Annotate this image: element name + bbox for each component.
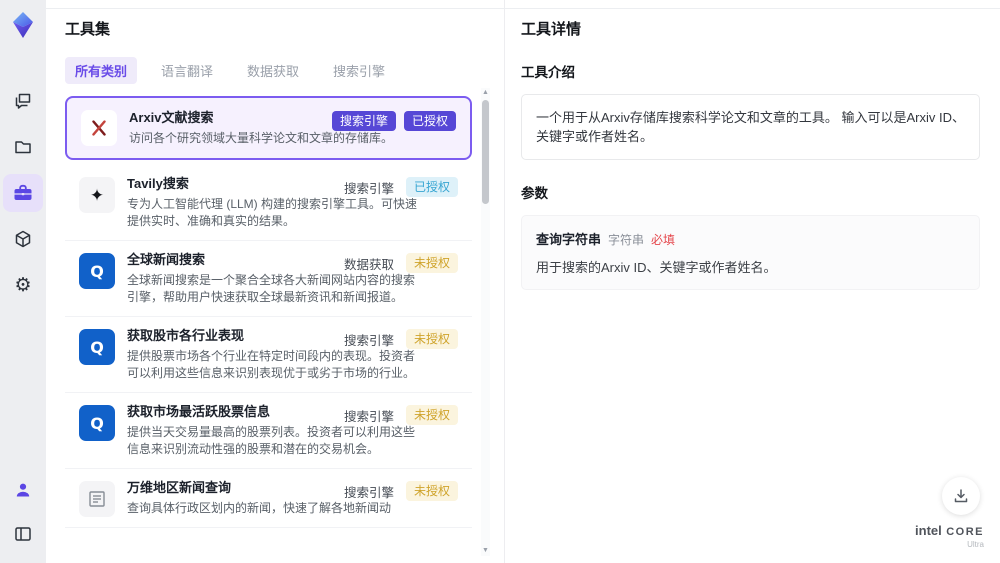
rail-bottom	[3, 471, 43, 553]
q-glyph: Q	[90, 261, 104, 281]
tool-description: 查询具体行政区划内的新闻，快速了解各地新闻动	[127, 501, 392, 515]
news-api-icon: Q	[79, 405, 115, 441]
settings-gear-icon[interactable]: ⚙	[3, 266, 43, 304]
download-button[interactable]	[942, 477, 980, 515]
intro-text: 一个用于从Arxiv存储库搜索科学论文和文章的工具。 输入可以是Arxiv ID…	[521, 94, 980, 160]
tab-language-translation[interactable]: 语言翻译	[151, 57, 223, 84]
category-badge: 搜索引擎	[331, 111, 396, 131]
tool-card-tavily[interactable]: ✦ Tavily搜索 专为人工智能代理 (LLM) 构建的搜索引擎工具。可快速提…	[65, 165, 472, 241]
main-area: 工具集 所有类别 语言翻译 数据获取 搜索引擎 Arxiv文献搜索 访问各个研究…	[46, 0, 1000, 563]
category-label: 搜索引擎	[343, 333, 394, 348]
params-heading: 参数	[521, 186, 548, 201]
param-header: 查询字符串 字符串 必填	[536, 229, 965, 248]
param-description: 用于搜索的Arxiv ID、关键字或作者姓名。	[536, 260, 777, 275]
toolbox-icon[interactable]	[3, 174, 43, 212]
scrollbar-track[interactable]	[481, 98, 490, 546]
tool-badges: 搜索引擎 未授权	[344, 405, 458, 425]
category-tabs: 所有类别 语言翻译 数据获取 搜索引擎	[65, 57, 504, 84]
news-api-icon: Q	[79, 253, 115, 289]
scrollbar-up-icon[interactable]: ▲	[482, 88, 489, 98]
param-required-flag: 必填	[651, 233, 676, 247]
folder-icon[interactable]	[3, 128, 43, 166]
q-glyph: Q	[90, 413, 104, 433]
tools-panel: 工具集 所有类别 语言翻译 数据获取 搜索引擎 Arxiv文献搜索 访问各个研究…	[46, 0, 504, 563]
news-api-icon: Q	[79, 329, 115, 365]
param-name: 查询字符串	[536, 232, 602, 247]
tool-list: Arxiv文献搜索 访问各个研究领域大量科学论文和文章的存储库。 搜索引擎 已授…	[65, 96, 472, 528]
chat-icon[interactable]	[3, 82, 43, 120]
auth-status-badge: 已授权	[403, 111, 456, 131]
tool-badges: 搜索引擎 未授权	[344, 481, 458, 501]
tool-description: 访问各个研究领域大量科学论文和文章的存储库。	[129, 131, 394, 145]
scrollbar-thumb[interactable]	[482, 100, 489, 204]
category-label: 搜索引擎	[343, 485, 394, 500]
auth-status-badge: 未授权	[405, 253, 458, 273]
intro-heading: 工具介绍	[521, 65, 575, 80]
tool-badges: 搜索引擎 未授权	[344, 329, 458, 349]
tab-all-categories[interactable]: 所有类别	[65, 57, 138, 84]
tool-description: 提供股票市场各个行业在特定时间段内的表现。投资者可以利用这些信息来识别表现优于或…	[127, 349, 416, 380]
tool-card-active-stocks[interactable]: Q 获取市场最活跃股票信息 提供当天交易量最高的股票列表。投资者可以利用这些信息…	[65, 393, 472, 469]
tab-data-fetch[interactable]: 数据获取	[237, 57, 309, 84]
auth-status-badge: 未授权	[405, 405, 458, 425]
auth-status-badge: 未授权	[405, 481, 458, 501]
param-type: 字符串	[608, 233, 645, 247]
brand-intel: intel	[915, 523, 942, 538]
detail-title: 工具详情	[521, 21, 582, 38]
tool-detail-panel: 工具详情 工具介绍 一个用于从Arxiv存储库搜索科学论文和文章的工具。 输入可…	[504, 0, 1000, 563]
newspaper-icon	[79, 481, 115, 517]
cube-icon[interactable]	[3, 220, 43, 258]
tool-badges: 搜索引擎 已授权	[344, 177, 458, 197]
category-label: 数据获取	[343, 257, 394, 272]
left-rail: ⚙	[0, 0, 46, 563]
tool-description: 全球新闻搜索是一个聚合全球各大新闻网站内容的搜索引擎，帮助用户快速获取全球最新资…	[127, 273, 416, 304]
rail-nav: ⚙	[3, 82, 43, 304]
download-icon	[954, 489, 968, 503]
q-glyph: Q	[90, 337, 104, 357]
tool-card-sector-performance[interactable]: Q 获取股市各行业表现 提供股票市场各个行业在特定时间段内的表现。投资者可以利用…	[65, 317, 472, 393]
star-glyph: ✦	[89, 185, 105, 205]
auth-status-badge: 已授权	[405, 177, 458, 197]
tool-badges: 搜索引擎 已授权	[331, 111, 456, 131]
brand-core: CORE	[946, 526, 984, 538]
auth-status-badge: 未授权	[405, 329, 458, 349]
list-scrollbar[interactable]: ▲ ▼	[481, 88, 490, 556]
tab-search-engine[interactable]: 搜索引擎	[323, 57, 395, 84]
user-icon[interactable]	[3, 471, 43, 509]
tool-card-global-news[interactable]: Q 全球新闻搜索 全球新闻搜索是一个聚合全球各大新闻网站内容的搜索引擎，帮助用户…	[65, 241, 472, 317]
page-title: 工具集	[65, 21, 111, 38]
tool-description: 提供当天交易量最高的股票列表。投资者可以利用这些信息来识别流动性强的股票和潜在的…	[127, 425, 416, 456]
tool-card-arxiv[interactable]: Arxiv文献搜索 访问各个研究领域大量科学论文和文章的存储库。 搜索引擎 已授…	[65, 96, 472, 160]
tavily-star-icon: ✦	[79, 177, 115, 213]
brand-sub: Ultra	[967, 540, 984, 549]
arxiv-icon	[81, 110, 117, 146]
category-label: 搜索引擎	[343, 409, 394, 424]
scrollbar-down-icon[interactable]: ▼	[482, 546, 489, 556]
panel-toggle-icon[interactable]	[3, 515, 43, 553]
tool-badges: 数据获取 未授权	[344, 253, 458, 273]
app-logo[interactable]	[7, 8, 39, 42]
tool-description: 专为人工智能代理 (LLM) 构建的搜索引擎工具。可快速提供实时、准确和真实的结…	[127, 197, 418, 228]
tool-card-regional-news[interactable]: 万维地区新闻查询 查询具体行政区划内的新闻，快速了解各地新闻动 搜索引擎 未授权	[65, 469, 472, 528]
param-item: 查询字符串 字符串 必填 用于搜索的Arxiv ID、关键字或作者姓名。	[521, 215, 980, 290]
category-label: 搜索引擎	[343, 181, 394, 196]
intel-core-logo: intel CORE Ultra	[915, 523, 984, 551]
gear-glyph: ⚙	[14, 274, 32, 296]
